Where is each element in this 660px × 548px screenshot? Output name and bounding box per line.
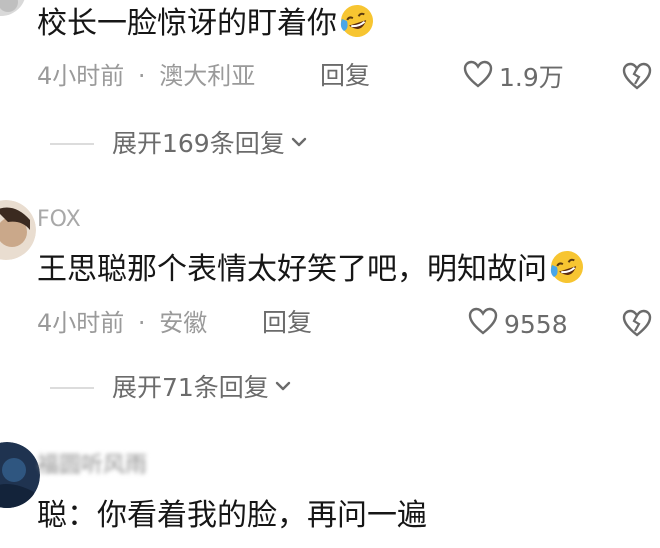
broken-heart-icon — [622, 62, 652, 94]
laughing-crying-emoji-icon — [549, 249, 585, 296]
username[interactable]: FOX — [37, 206, 81, 234]
comment-location: 安徽 — [159, 309, 208, 337]
dislike-button[interactable] — [622, 309, 652, 341]
avatar[interactable] — [0, 442, 40, 508]
comment-time: 4小时前 — [37, 62, 125, 90]
heart-outline-icon — [463, 60, 493, 96]
reply-button[interactable]: 回复 — [262, 307, 312, 339]
comment-time: 4小时前 — [37, 309, 125, 337]
divider-line — [50, 387, 94, 389]
comment-text: 校长一脸惊讶的盯着你 — [37, 3, 375, 50]
chevron-down-icon — [289, 128, 309, 160]
comment-location: 澳大利亚 — [159, 62, 256, 90]
expand-replies-button[interactable]: 展开71条回复 — [50, 372, 293, 404]
expand-replies-label: 展开169条回复 — [112, 129, 285, 158]
separator: · — [137, 309, 146, 337]
expand-replies-button[interactable]: 展开169条回复 — [50, 128, 309, 160]
divider-line — [50, 143, 94, 145]
like-count: 1.9万 — [499, 63, 564, 92]
heart-outline-icon — [468, 307, 498, 343]
comment-meta: 4小时前 · 澳大利亚 — [37, 60, 255, 92]
avatar[interactable] — [0, 0, 26, 16]
broken-heart-icon — [622, 309, 652, 341]
username[interactable]: 福圆听风雨 — [37, 452, 147, 480]
dislike-button[interactable] — [622, 62, 652, 94]
comment-meta: 4小时前 · 安徽 — [37, 307, 207, 339]
separator: · — [137, 62, 146, 90]
comment-text: 王思聪那个表情太好笑了吧，明知故问 — [37, 249, 585, 296]
comment-text: 聪：你看着我的脸，再问一遍 — [37, 498, 427, 533]
expand-replies-label: 展开71条回复 — [112, 373, 269, 402]
like-button[interactable]: 1.9万 — [463, 60, 564, 96]
like-count: 9558 — [504, 310, 568, 339]
avatar[interactable] — [0, 200, 36, 260]
reply-button[interactable]: 回复 — [320, 60, 370, 92]
laughing-crying-emoji-icon — [339, 3, 375, 50]
like-button[interactable]: 9558 — [468, 307, 568, 343]
chevron-down-icon — [273, 372, 293, 404]
